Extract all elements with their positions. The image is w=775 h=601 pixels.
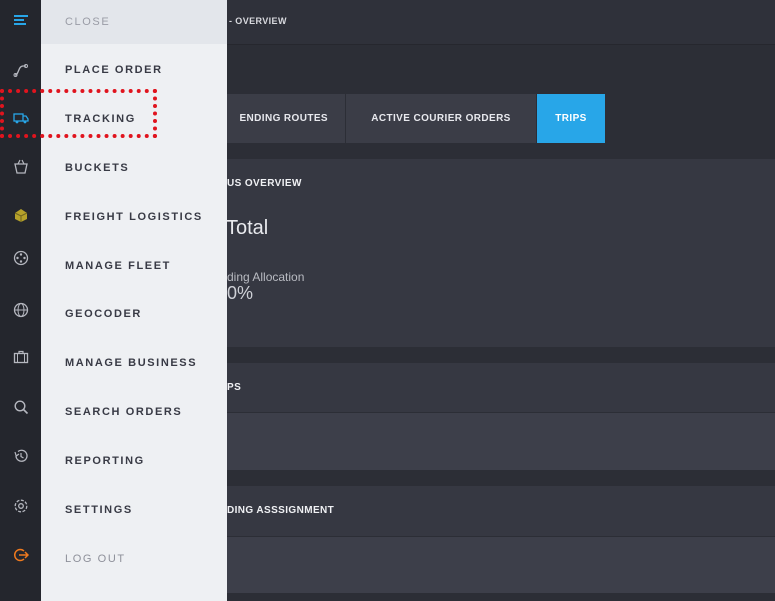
logout-icon[interactable] — [0, 540, 41, 570]
gear-icon[interactable] — [0, 491, 41, 521]
menu-item-log-out[interactable]: LOG OUT — [41, 534, 227, 583]
navigation-drawer: CLOSE PLACE ORDER TRACKING BUCKETS FREIG… — [41, 0, 227, 601]
history-icon[interactable] — [0, 441, 41, 471]
icon-rail — [0, 0, 41, 601]
menu-item-search-orders[interactable]: SEARCH ORDERS — [41, 387, 227, 436]
globe-icon[interactable] — [0, 295, 41, 325]
menu-item-settings[interactable]: SETTINGS — [41, 485, 227, 534]
menu-close[interactable]: CLOSE — [41, 0, 227, 44]
pending-assignment-title: DING ASSSIGNMENT — [227, 505, 335, 516]
truck-icon[interactable] — [0, 103, 41, 133]
menu-item-reporting[interactable]: REPORTING — [41, 436, 227, 485]
menu-icon[interactable] — [0, 5, 41, 35]
tab-active-courier-orders[interactable]: ACTIVE COURIER ORDERS — [346, 94, 536, 143]
menu-item-place-order[interactable]: PLACE ORDER — [41, 45, 227, 94]
tab-trips[interactable]: TRIPS — [537, 94, 605, 143]
film-reel-icon[interactable] — [0, 243, 41, 273]
menu-item-geocoder[interactable]: GEOCODER — [41, 289, 227, 338]
status-overview-title: US OVERVIEW — [227, 178, 302, 189]
route-icon[interactable] — [0, 55, 41, 85]
menu-item-manage-business[interactable]: MANAGE BUSINESS — [41, 338, 227, 387]
menu-item-freight-logistics[interactable]: FREIGHT LOGISTICS — [41, 192, 227, 241]
menu-item-tracking[interactable]: TRACKING — [41, 94, 227, 143]
pending-allocation-label: ding Allocation — [227, 270, 305, 284]
briefcase-icon[interactable] — [0, 342, 41, 372]
trips-panel-title: PS — [227, 382, 242, 393]
breadcrumb: - OVERVIEW — [229, 16, 287, 26]
basket-icon[interactable] — [0, 152, 41, 182]
pending-allocation-value: 0% — [227, 283, 254, 303]
box-icon[interactable] — [0, 200, 41, 230]
total-label: Total — [226, 217, 269, 239]
search-icon[interactable] — [0, 392, 41, 422]
menu-item-manage-fleet[interactable]: MANAGE FLEET — [41, 241, 227, 290]
menu-item-buckets[interactable]: BUCKETS — [41, 143, 227, 192]
